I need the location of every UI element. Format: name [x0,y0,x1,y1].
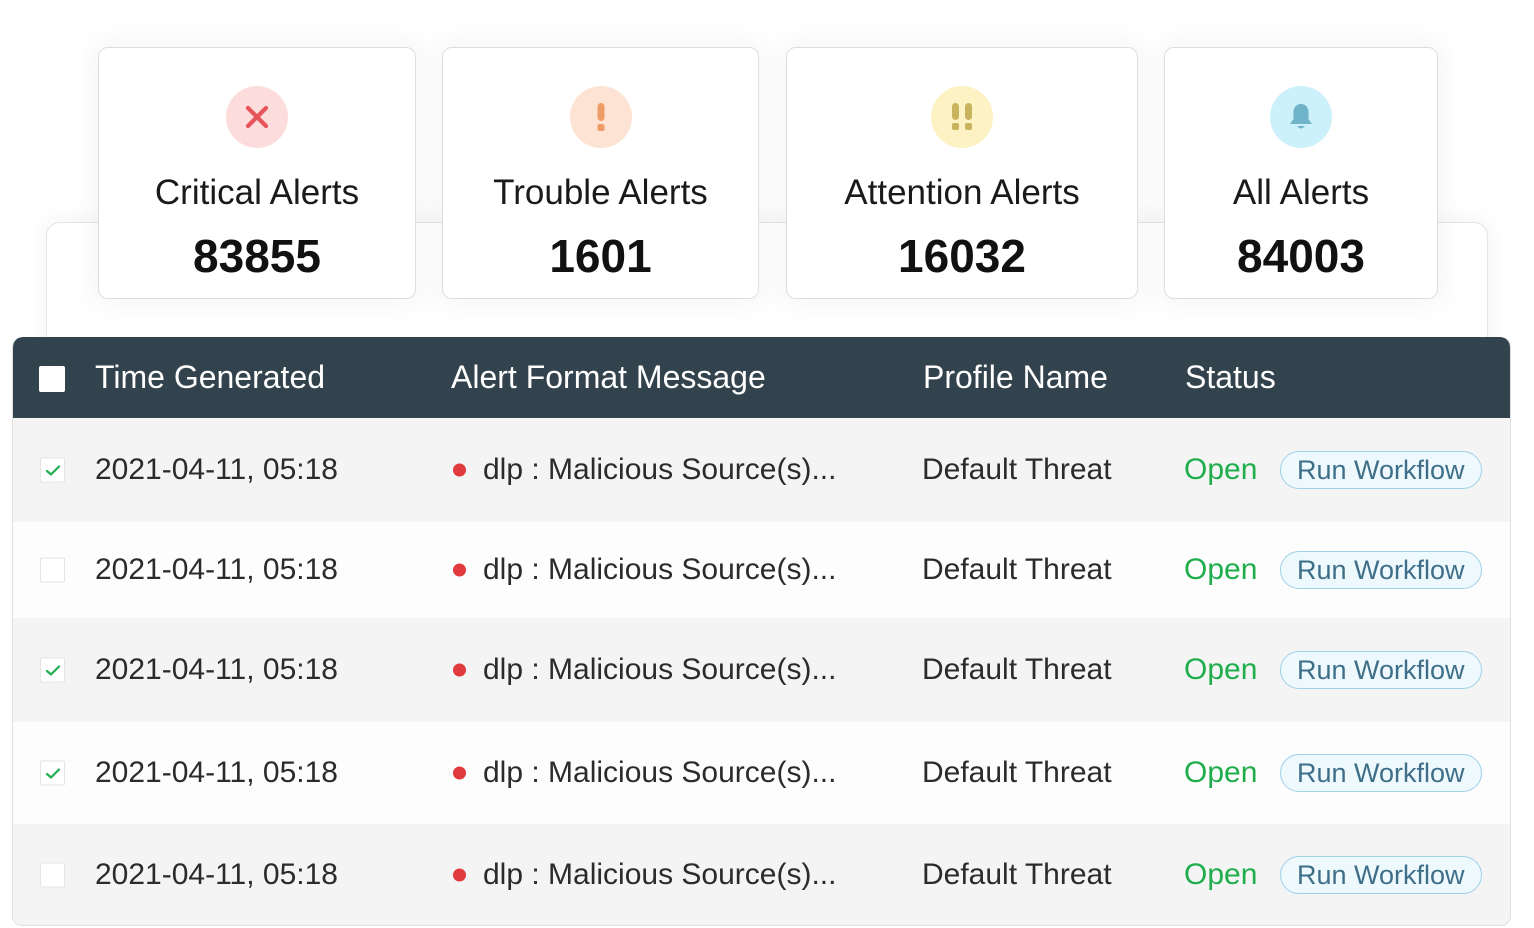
run-workflow-button[interactable]: Run Workflow [1280,754,1482,792]
checkmark-icon [45,664,60,676]
select-all-checkbox[interactable] [39,366,65,392]
card-value: 83855 [193,230,321,282]
exclamation-icon [597,103,604,131]
profile-name-cell: Default Threat [922,858,1112,891]
status-badge: Open [1184,858,1258,891]
table-row[interactable]: 2021-04-11, 05:18 dlp : Malicious Source(… [13,618,1510,722]
alert-message-cell[interactable]: dlp : Malicious Source(s)... [483,453,836,487]
run-workflow-button[interactable]: Run Workflow [1280,451,1482,489]
row-checkbox[interactable] [40,657,65,683]
x-icon [245,105,269,129]
alerts-table: Time Generated Alert Format Message Prof… [12,337,1511,926]
card-critical-alerts[interactable]: Critical Alerts 83855 [98,47,416,299]
card-trouble-alerts[interactable]: Trouble Alerts 1601 [442,47,759,299]
all-alerts-icon-badge [1270,86,1332,148]
time-generated-cell: 2021-04-11, 05:18 [95,756,338,789]
row-checkbox[interactable] [40,557,65,583]
severity-dot-icon [453,563,466,577]
column-header-alert-format-message[interactable]: Alert Format Message [451,337,766,418]
run-workflow-button[interactable]: Run Workflow [1280,651,1482,689]
summary-cards: Critical Alerts 83855 Trouble Alerts 160… [0,0,1534,300]
card-label: Attention Alerts [844,173,1080,212]
time-generated-cell: 2021-04-11, 05:18 [95,653,338,686]
attention-icon-badge [931,86,993,148]
profile-name-cell: Default Threat [922,553,1112,586]
card-value: 16032 [898,230,1026,282]
profile-name-cell: Default Threat [922,756,1112,789]
alert-message-cell[interactable]: dlp : Malicious Source(s)... [483,858,836,892]
status-badge: Open [1184,653,1258,686]
row-checkbox[interactable] [40,760,65,786]
double-exclamation-icon [952,103,972,130]
table-row[interactable]: 2021-04-11, 05:18 dlp : Malicious Source(… [13,418,1510,522]
checkmark-icon [45,767,60,779]
table-row[interactable]: 2021-04-11, 05:18 dlp : Malicious Source(… [13,824,1510,925]
column-header-profile-name[interactable]: Profile Name [923,337,1108,418]
table-header: Time Generated Alert Format Message Prof… [13,337,1510,418]
alert-message-cell[interactable]: dlp : Malicious Source(s)... [483,553,836,587]
time-generated-cell: 2021-04-11, 05:18 [95,858,338,891]
severity-dot-icon [453,868,466,882]
table-row[interactable]: 2021-04-11, 05:18 dlp : Malicious Source(… [13,522,1510,618]
row-checkbox[interactable] [40,457,65,483]
card-label: Critical Alerts [154,173,360,212]
status-badge: Open [1184,453,1258,486]
run-workflow-button[interactable]: Run Workflow [1280,551,1482,589]
time-generated-cell: 2021-04-11, 05:18 [95,553,338,586]
alert-message-cell[interactable]: dlp : Malicious Source(s)... [483,756,836,790]
table-row[interactable]: 2021-04-11, 05:18 dlp : Malicious Source(… [13,722,1510,824]
severity-dot-icon [453,463,466,477]
severity-dot-icon [453,663,466,677]
card-all-alerts[interactable]: All Alerts 84003 [1164,47,1438,299]
card-attention-alerts[interactable]: Attention Alerts 16032 [786,47,1138,299]
card-value: 1601 [549,230,652,282]
status-badge: Open [1184,553,1258,586]
column-header-status[interactable]: Status [1185,337,1276,418]
trouble-icon-badge [569,86,632,148]
bell-icon [1290,104,1312,129]
severity-dot-icon [453,766,466,780]
run-workflow-button[interactable]: Run Workflow [1280,856,1482,894]
alert-message-cell[interactable]: dlp : Malicious Source(s)... [483,653,836,687]
card-label: All Alerts [1232,173,1370,212]
profile-name-cell: Default Threat [922,453,1112,486]
card-value: 84003 [1237,230,1365,282]
critical-icon-badge [226,86,288,148]
status-badge: Open [1184,756,1258,789]
card-label: Trouble Alerts [493,173,708,212]
column-header-time-generated[interactable]: Time Generated [95,337,325,418]
profile-name-cell: Default Threat [922,653,1112,686]
row-checkbox[interactable] [40,862,65,888]
time-generated-cell: 2021-04-11, 05:18 [95,453,338,486]
checkmark-icon [45,464,60,476]
